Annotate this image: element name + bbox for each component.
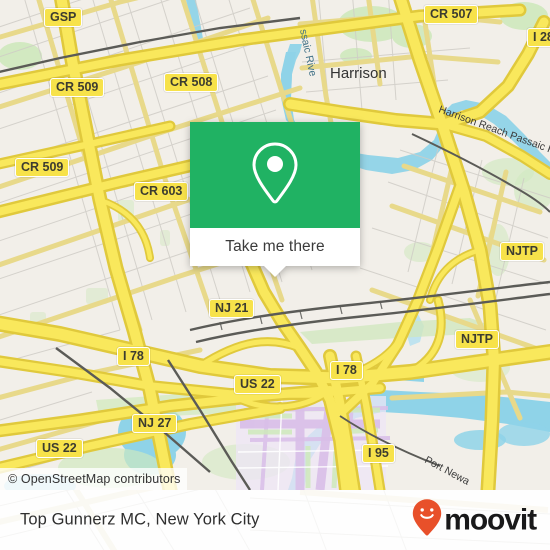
road-shield: CR 508 — [164, 73, 219, 92]
moovit-map-page: Harrison ssaic Rive Harrison Reach Passa… — [0, 0, 550, 550]
road-shield: CR 507 — [424, 5, 479, 24]
road-shield-label: CR 603 — [140, 184, 183, 198]
road-shield-label: GSP — [50, 10, 77, 24]
road-shield: NJ 21 — [209, 299, 255, 318]
road-shield-label: CR 509 — [56, 80, 99, 94]
road-shield-label: I 78 — [123, 349, 144, 363]
location-popup-card[interactable]: Take me there — [190, 122, 360, 277]
road-shield: NJ 27 — [132, 414, 178, 433]
road-shield-label: CR 509 — [21, 160, 64, 174]
map-canvas[interactable]: Harrison ssaic Rive Harrison Reach Passa… — [0, 0, 550, 490]
road-shield: GSP — [44, 8, 83, 27]
road-shield: CR 509 — [15, 158, 70, 177]
map-pin-icon — [248, 140, 302, 211]
take-me-there-label: Take me there — [225, 238, 325, 255]
popup-pointer-tail — [263, 265, 287, 277]
road-shield-label: NJ 27 — [138, 416, 172, 430]
moovit-wordmark: moovit — [444, 503, 537, 536]
road-shield-label: NJTP — [461, 332, 493, 346]
road-shield-label: CR 507 — [430, 7, 473, 21]
moovit-brand[interactable]: moovit — [412, 499, 537, 542]
road-shield: US 22 — [234, 375, 281, 394]
road-shield-label: CR 508 — [170, 75, 213, 89]
road-shield: CR 603 — [134, 182, 189, 201]
road-shield-label: US 22 — [42, 441, 77, 455]
road-shield: I 78 — [117, 347, 150, 366]
road-shield-label: I 95 — [368, 446, 389, 460]
road-shield-label: US 22 — [240, 377, 275, 391]
road-shield: I 95 — [362, 444, 395, 463]
place-label-harrison: Harrison — [330, 65, 387, 82]
road-shield: CR 509 — [50, 78, 105, 97]
road-shield: NJTP — [500, 242, 544, 261]
page-title: Top Gunnerz MC, New York City — [20, 510, 260, 529]
road-shield: US 22 — [36, 439, 83, 458]
road-shield-label: I 280 — [533, 30, 550, 44]
road-shield: NJTP — [455, 330, 499, 349]
attribution-text: © OpenStreetMap contributors — [8, 472, 181, 486]
road-shield-label: I 78 — [336, 363, 357, 377]
popup-image-area — [190, 122, 360, 228]
road-shield-label: NJ 21 — [215, 301, 249, 315]
road-shield: I 280 — [527, 28, 550, 47]
footer-bar: Top Gunnerz MC, New York City moovit — [0, 490, 550, 550]
osm-attribution[interactable]: © OpenStreetMap contributors — [0, 468, 187, 490]
road-shield: I 78 — [330, 361, 363, 380]
road-shield-label: NJTP — [506, 244, 538, 258]
moovit-pin-smile-icon — [412, 499, 442, 542]
popup-action-area[interactable]: Take me there — [190, 228, 360, 277]
